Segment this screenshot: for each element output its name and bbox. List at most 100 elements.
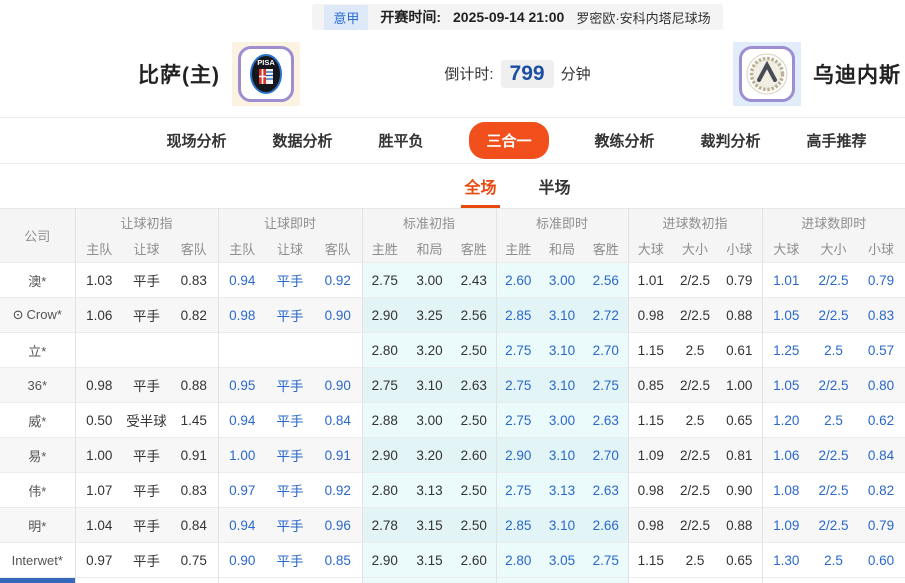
league-badge[interactable]: 意甲 [324, 5, 368, 30]
odds-cell: 1.06 [762, 438, 810, 473]
odds-row: 明*1.04平手0.840.94平手0.962.783.152.502.853.… [0, 508, 905, 543]
odds-cell: 1.06 [75, 298, 123, 333]
home-logo-patch: PISA [232, 42, 300, 106]
odds-row-partial [0, 578, 905, 583]
odds-cell: 2.5 [673, 543, 717, 578]
nav-tab-live-analysis[interactable]: 现场分析 [166, 130, 226, 151]
odds-cell: 2/2.5 [673, 438, 717, 473]
odds-cell: 2.80 [362, 473, 407, 508]
odds-cell: 0.82 [857, 473, 905, 508]
col-header-1x2-initial-2: 客胜 [452, 236, 496, 263]
odds-cell: 2.60 [452, 438, 496, 473]
company-cell: 威* [0, 403, 75, 438]
odds-cell: 1.25 [762, 333, 810, 368]
company-header: 公司 [0, 209, 75, 263]
odds-cell: 2.88 [362, 403, 407, 438]
odds-cell [628, 578, 673, 583]
venue: 罗密欧·安科内塔尼球场 [576, 8, 710, 27]
odds-cell: 1.04 [75, 508, 123, 543]
odds-cell: 2.66 [584, 508, 628, 543]
odds-cell: 3.10 [540, 368, 584, 403]
odds-cell: 2/2.5 [810, 508, 857, 543]
odds-cell: 1.07 [75, 473, 123, 508]
scope-tab-full-match[interactable]: 全场 [464, 174, 496, 198]
odds-cell: 2/2.5 [673, 368, 717, 403]
col-header-goals-initial-1: 大小 [673, 236, 717, 263]
odds-cell: 0.60 [857, 543, 905, 578]
odds-table-body: 澳*1.03平手0.830.94平手0.922.753.002.432.603.… [0, 263, 905, 583]
odds-cell: 3.00 [407, 263, 452, 298]
odds-cell: 2/2.5 [810, 473, 857, 508]
odds-cell [75, 578, 123, 583]
odds-cell: 0.96 [314, 508, 362, 543]
company-cell: ⊙Crow* [0, 298, 75, 333]
odds-cell: 平手 [123, 298, 170, 333]
odds-cell: 1.00 [717, 368, 762, 403]
nav-tab-expert-picks[interactable]: 高手推荐 [807, 130, 867, 151]
odds-cell: 2.75 [496, 473, 540, 508]
odds-cell [762, 578, 810, 583]
odds-cell: 1.45 [170, 403, 218, 438]
odds-cell: 0.61 [717, 333, 762, 368]
odds-cell: 1.01 [628, 263, 673, 298]
odds-cell: 平手 [123, 263, 170, 298]
odds-cell: 1.03 [75, 263, 123, 298]
odds-cell: 1.15 [628, 543, 673, 578]
odds-cell [75, 333, 123, 368]
odds-cell: 1.30 [762, 543, 810, 578]
odds-cell: 受半球 [123, 403, 170, 438]
header-cols-row: 主队让球客队主队让球客队主胜和局客胜主胜和局客胜大球大小小球大球大小小球 [0, 236, 905, 263]
odds-cell: 3.10 [540, 438, 584, 473]
odds-cell: 1.09 [628, 438, 673, 473]
odds-cell [540, 578, 584, 583]
odds-cell: 2.70 [584, 333, 628, 368]
odds-row: 立*2.803.202.502.753.102.701.152.50.611.2… [0, 333, 905, 368]
odds-cell: 2.80 [496, 543, 540, 578]
odds-cell: 0.91 [170, 438, 218, 473]
away-logo-patch [733, 42, 801, 106]
odds-row: 易*1.00平手0.911.00平手0.912.903.202.602.903.… [0, 438, 905, 473]
away-team-logo [739, 46, 795, 102]
odds-cell: 2.90 [362, 298, 407, 333]
odds-cell: 1.05 [762, 298, 810, 333]
scope-tabs: 全场 半场 [0, 164, 905, 208]
odds-cell: 0.90 [218, 543, 266, 578]
odds-row: Interwet*0.97平手0.750.90平手0.852.903.152.6… [0, 543, 905, 578]
odds-cell: 0.97 [218, 473, 266, 508]
udinese-crest-icon [744, 51, 790, 97]
odds-cell: 0.94 [218, 263, 266, 298]
odds-cell: 2.63 [584, 473, 628, 508]
home-team-name: 比萨(主) [138, 59, 220, 89]
group-header-1x2-live: 标准即时 [496, 209, 628, 236]
nav-tab-data-analysis[interactable]: 数据分析 [272, 130, 332, 151]
scope-tab-half-match[interactable]: 半场 [539, 174, 571, 198]
countdown-unit: 分钟 [561, 63, 591, 84]
odds-cell: 2.75 [584, 368, 628, 403]
kickoff-label: 开赛时间: [380, 7, 441, 27]
nav-tab-three-in-one[interactable]: 三合一 [469, 122, 548, 159]
odds-cell: 平手 [123, 508, 170, 543]
odds-cell: 0.81 [717, 438, 762, 473]
nav-tab-coach-analysis[interactable]: 教练分析 [595, 130, 655, 151]
odds-cell: 平手 [123, 368, 170, 403]
nav-tab-win-draw-lose[interactable]: 胜平负 [378, 130, 423, 151]
odds-cell [857, 578, 905, 583]
odds-cell [170, 578, 218, 583]
odds-cell: 2.43 [452, 263, 496, 298]
odds-row: 澳*1.03平手0.830.94平手0.922.753.002.432.603.… [0, 263, 905, 298]
group-header-handicap-live: 让球即时 [218, 209, 362, 236]
odds-cell: 3.10 [540, 333, 584, 368]
odds-cell: 1.20 [762, 403, 810, 438]
nav-tab-referee-analysis[interactable]: 裁判分析 [701, 130, 761, 151]
odds-cell: 0.90 [717, 473, 762, 508]
pisa-crest-icon: PISA [243, 51, 289, 97]
col-header-1x2-live-1: 和局 [540, 236, 584, 263]
odds-cell: 平手 [266, 508, 314, 543]
odds-cell [584, 578, 628, 583]
odds-cell [218, 333, 266, 368]
odds-cell: 2.85 [496, 298, 540, 333]
odds-cell: 3.15 [407, 543, 452, 578]
odds-cell: 3.20 [407, 333, 452, 368]
odds-cell [170, 333, 218, 368]
odds-cell: 0.98 [628, 298, 673, 333]
